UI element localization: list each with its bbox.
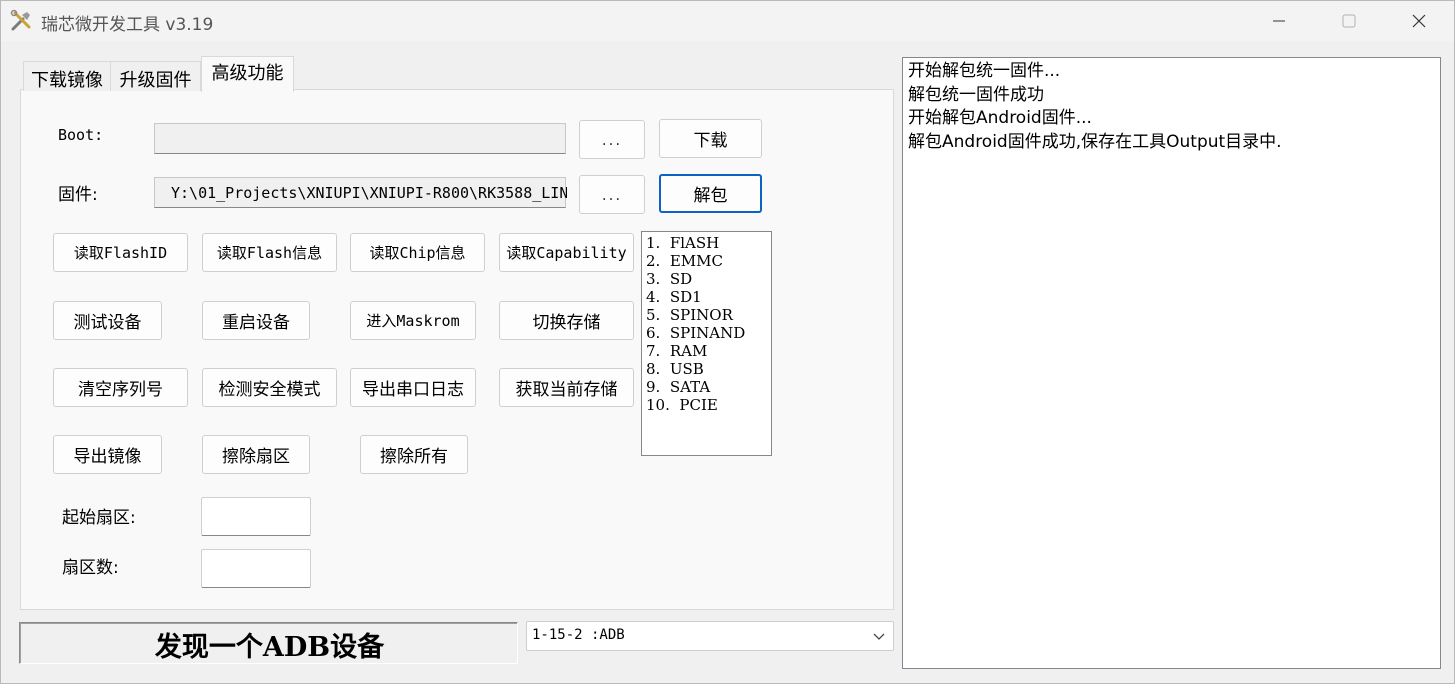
sector-count-input[interactable] bbox=[201, 549, 311, 588]
erase-sectors-button[interactable]: 擦除扇区 bbox=[202, 435, 310, 474]
reboot-device-button[interactable]: 重启设备 bbox=[202, 301, 310, 340]
tab-download-image[interactable]: 下载镜像 bbox=[23, 61, 111, 91]
device-select-value: 1-15-2 :ADB bbox=[532, 627, 625, 643]
test-device-button[interactable]: 测试设备 bbox=[53, 301, 162, 340]
firmware-path-field[interactable]: Y:\01_Projects\XNIUPI\XNIUPI-R800\RK3588… bbox=[154, 177, 567, 208]
list-item[interactable]: 5. SPINOR bbox=[646, 306, 767, 324]
start-sector-input[interactable] bbox=[201, 497, 311, 536]
unpack-button[interactable]: 解包 bbox=[659, 174, 762, 213]
tab-advanced-functions[interactable]: 高级功能 bbox=[201, 56, 294, 92]
log-line: 解包Android固件成功,保存在工具Output目录中. bbox=[908, 131, 1282, 152]
list-item[interactable]: 6. SPINAND bbox=[646, 324, 767, 342]
storage-type-list[interactable]: 1. FlASH 2. EMMC 3. SD 4. SD1 5. SPINOR … bbox=[641, 231, 772, 456]
read-flash-id-button[interactable]: 读取FlashID bbox=[53, 233, 188, 272]
list-item[interactable]: 10. PCIE bbox=[646, 396, 767, 414]
log-line: 开始解包Android固件... bbox=[908, 108, 1092, 128]
chevron-down-icon bbox=[869, 626, 889, 646]
export-serial-log-button[interactable]: 导出串口日志 bbox=[350, 368, 476, 407]
list-item[interactable]: 9. SATA bbox=[646, 378, 767, 396]
minimize-icon bbox=[1273, 20, 1285, 22]
log-output[interactable]: 开始解包统一固件... 解包统一固件成功 开始解包Android固件... 解包… bbox=[902, 57, 1441, 669]
detect-secure-mode-button[interactable]: 检测安全模式 bbox=[202, 368, 337, 407]
window-title: 瑞芯微开发工具 v3.19 bbox=[41, 15, 214, 35]
maximize-button[interactable] bbox=[1314, 1, 1384, 41]
firmware-browse-button[interactable]: ... bbox=[579, 175, 645, 214]
list-item[interactable]: 1. FlASH bbox=[646, 234, 767, 252]
read-chip-info-button[interactable]: 读取Chip信息 bbox=[350, 233, 485, 272]
sector-count-label: 扇区数: bbox=[62, 558, 119, 578]
switch-storage-button[interactable]: 切换存储 bbox=[499, 301, 634, 340]
device-select[interactable]: 1-15-2 :ADB bbox=[526, 621, 894, 651]
tools-icon bbox=[9, 9, 33, 33]
export-image-button[interactable]: 导出镜像 bbox=[53, 435, 162, 474]
close-icon bbox=[1412, 14, 1426, 28]
download-button[interactable]: 下载 bbox=[659, 119, 762, 158]
start-sector-label: 起始扇区: bbox=[62, 508, 136, 528]
title-bar: 瑞芯微开发工具 v3.19 bbox=[1, 1, 1454, 41]
list-item[interactable]: 8. USB bbox=[646, 360, 767, 378]
list-item[interactable]: 2. EMMC bbox=[646, 252, 767, 270]
read-flash-info-button[interactable]: 读取Flash信息 bbox=[202, 233, 337, 272]
enter-maskrom-button[interactable]: 进入Maskrom bbox=[350, 301, 476, 340]
device-status-text: 发现一个ADB设备 bbox=[154, 632, 385, 663]
log-line: 开始解包统一固件... bbox=[908, 61, 1061, 81]
clear-serial-button[interactable]: 清空序列号 bbox=[53, 368, 188, 407]
device-status-box: 发现一个ADB设备 bbox=[19, 622, 518, 664]
erase-all-button[interactable]: 擦除所有 bbox=[360, 435, 468, 474]
list-item[interactable]: 3. SD bbox=[646, 270, 767, 288]
minimize-button[interactable] bbox=[1244, 1, 1314, 41]
list-item[interactable]: 7. RAM bbox=[646, 342, 767, 360]
boot-path-field[interactable] bbox=[154, 123, 566, 154]
maximize-icon bbox=[1342, 14, 1356, 28]
boot-browse-button[interactable]: ... bbox=[579, 120, 645, 159]
list-item[interactable]: 4. SD1 bbox=[646, 288, 767, 306]
log-line: 解包统一固件成功 bbox=[908, 84, 1044, 105]
app-window: 瑞芯微开发工具 v3.19 下载镜像 升级固件 高级功能 Boot: ... 下… bbox=[0, 0, 1455, 684]
read-capability-button[interactable]: 读取Capability bbox=[499, 233, 634, 272]
boot-label: Boot: bbox=[58, 126, 104, 144]
get-current-storage-button[interactable]: 获取当前存储 bbox=[499, 368, 634, 407]
close-button[interactable] bbox=[1384, 1, 1454, 41]
tab-upgrade-firmware[interactable]: 升级固件 bbox=[111, 61, 201, 91]
firmware-label: 固件: bbox=[58, 185, 98, 205]
